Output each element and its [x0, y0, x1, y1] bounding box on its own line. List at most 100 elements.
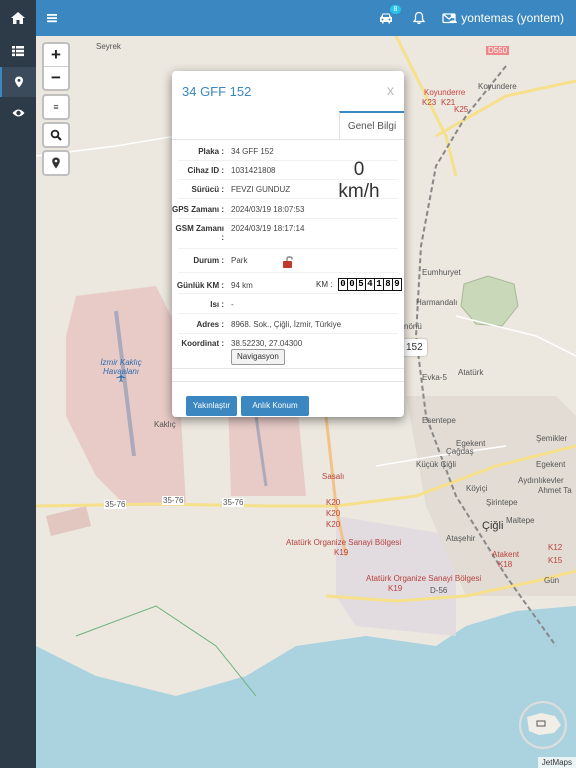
tab-divider — [172, 139, 404, 140]
map-locate-button[interactable] — [42, 150, 70, 176]
map-label: K18 — [498, 560, 513, 569]
temperature-value: - — [231, 300, 234, 309]
map-label: Atatürk Organize Sanayi Bölgesi — [366, 574, 482, 583]
row-divider — [178, 313, 398, 314]
map-label: K15 — [548, 556, 563, 565]
search-icon — [50, 129, 62, 141]
row-divider — [178, 293, 398, 294]
sidebar-item-watch[interactable] — [0, 98, 36, 128]
row-divider — [178, 218, 398, 219]
map-label: Maltepe — [506, 516, 535, 525]
odometer-digit: 5 — [357, 279, 365, 290]
user-name: yontemas (yontem) — [461, 11, 564, 25]
gps-time-label: GPS Zamanı : — [172, 205, 225, 214]
row-divider — [178, 248, 398, 249]
home-button[interactable] — [0, 0, 36, 36]
map-label: Atakent — [492, 550, 520, 559]
map-label: D550 — [486, 46, 510, 55]
map-search-button[interactable] — [42, 122, 70, 148]
eye-icon — [12, 109, 24, 117]
map-label: Atatürk Organize Sanayi Bölgesi — [286, 538, 402, 547]
daily-km-value: 94 km — [231, 281, 253, 290]
driver-value: FEVZI GUNDUZ — [231, 185, 291, 194]
sidebar — [0, 36, 36, 768]
map-label: Harmandalı — [416, 298, 458, 307]
modal-title: 34 GFF 152 — [182, 84, 252, 99]
odometer-label: KM : — [316, 280, 333, 289]
map-label: K19 — [388, 584, 403, 593]
map-label: K20 — [326, 509, 341, 518]
map-label: 35-76 — [222, 498, 245, 507]
map-label: Kaklıç — [154, 420, 176, 429]
unlock-icon — [283, 256, 293, 268]
footer-divider — [172, 368, 404, 369]
home-icon — [11, 12, 25, 24]
status-label: Durum : — [193, 256, 224, 265]
zoom-to-vehicle-button[interactable]: Yakınlaştır — [186, 396, 237, 416]
address-value: 8968. Sok., Çiğli, İzmir, Türkiye — [231, 320, 342, 329]
live-location-button[interactable]: Anlık Konum — [241, 396, 309, 416]
map-label: Gün — [544, 576, 560, 585]
map-marker-icon — [52, 157, 60, 169]
map-label: Seyrek — [96, 42, 121, 51]
layers-button[interactable]: ≡ — [42, 94, 70, 120]
footer-divider — [172, 381, 404, 382]
plate-label: Plaka : — [198, 147, 224, 156]
bell-icon[interactable] — [411, 10, 427, 26]
map-label: 35-76 — [162, 496, 185, 505]
user-menu[interactable]: yontemas (yontem) — [448, 11, 564, 25]
speed-unit: km/h — [338, 181, 380, 202]
odometer: 0 0 5 4 1 8 9 — [338, 278, 402, 291]
zoom-out-button[interactable]: − — [44, 66, 68, 89]
map-label: Küçük Çiğli — [416, 460, 457, 469]
map-label: Çağdaş — [446, 447, 474, 456]
navigation-button[interactable]: Navigasyon — [231, 349, 285, 365]
close-button[interactable]: x — [387, 82, 394, 98]
row-divider — [178, 272, 398, 273]
layers-icon: ≡ — [53, 102, 59, 112]
map-label: Ataşehir — [446, 534, 476, 543]
speed-value: 0 — [353, 159, 365, 180]
daily-km-label: Günlük KM : — [176, 281, 224, 290]
map-label: Ahmet Ta — [538, 486, 572, 495]
vehicle-marker[interactable]: 152 — [402, 339, 427, 356]
address-label: Adres : — [196, 320, 224, 329]
menu-icon[interactable] — [44, 10, 60, 26]
map-label: Evka-5 — [422, 373, 447, 382]
map-label: nönü — [404, 322, 422, 331]
tab-general-info[interactable]: Genel Bilgi — [339, 111, 404, 139]
speed-display: 0 km/h — [334, 159, 384, 203]
map-label: Çiğli — [482, 520, 504, 532]
coordinate-label: Koordinat : — [181, 339, 224, 348]
map-label: Koyundere — [478, 82, 517, 91]
map-label: K25 — [454, 105, 469, 114]
map-label: Şirintepe — [486, 498, 518, 507]
gsm-time-label: GSM Zamanı : — [175, 224, 224, 242]
map-label: K12 — [548, 543, 563, 552]
map-label: K20 — [326, 498, 341, 507]
map-label: Şemikler — [536, 434, 568, 443]
driver-label: Sürücü : — [191, 185, 224, 194]
map-label: Eumhuryet — [422, 268, 461, 277]
map-label: K23 — [422, 98, 437, 107]
plate-value: 34 GFF 152 — [231, 147, 274, 156]
map-label: K19 — [334, 548, 349, 557]
minimap[interactable] — [519, 701, 567, 749]
map-label: K20 — [326, 520, 341, 529]
top-navbar: 8 yontemas (yontem) — [0, 0, 576, 36]
map-attribution: JetMaps — [537, 757, 576, 768]
map-label: Koyunderre — [424, 88, 466, 97]
map-label: Esentepe — [422, 416, 456, 425]
odometer-digit: 8 — [384, 279, 392, 290]
zoom-in-button[interactable]: + — [44, 44, 68, 66]
sidebar-item-map[interactable] — [0, 67, 36, 97]
odometer-digit: 9 — [393, 279, 401, 290]
status-value: Park — [231, 256, 248, 265]
odometer-digit: 4 — [366, 279, 374, 290]
user-icon — [448, 13, 457, 23]
map-label: Köyiçi — [466, 484, 488, 493]
sidebar-item-list[interactable] — [0, 36, 36, 66]
map-label: 35-76 — [104, 500, 127, 509]
map-label: D-56 — [430, 586, 448, 595]
minimap-view — [521, 703, 565, 747]
